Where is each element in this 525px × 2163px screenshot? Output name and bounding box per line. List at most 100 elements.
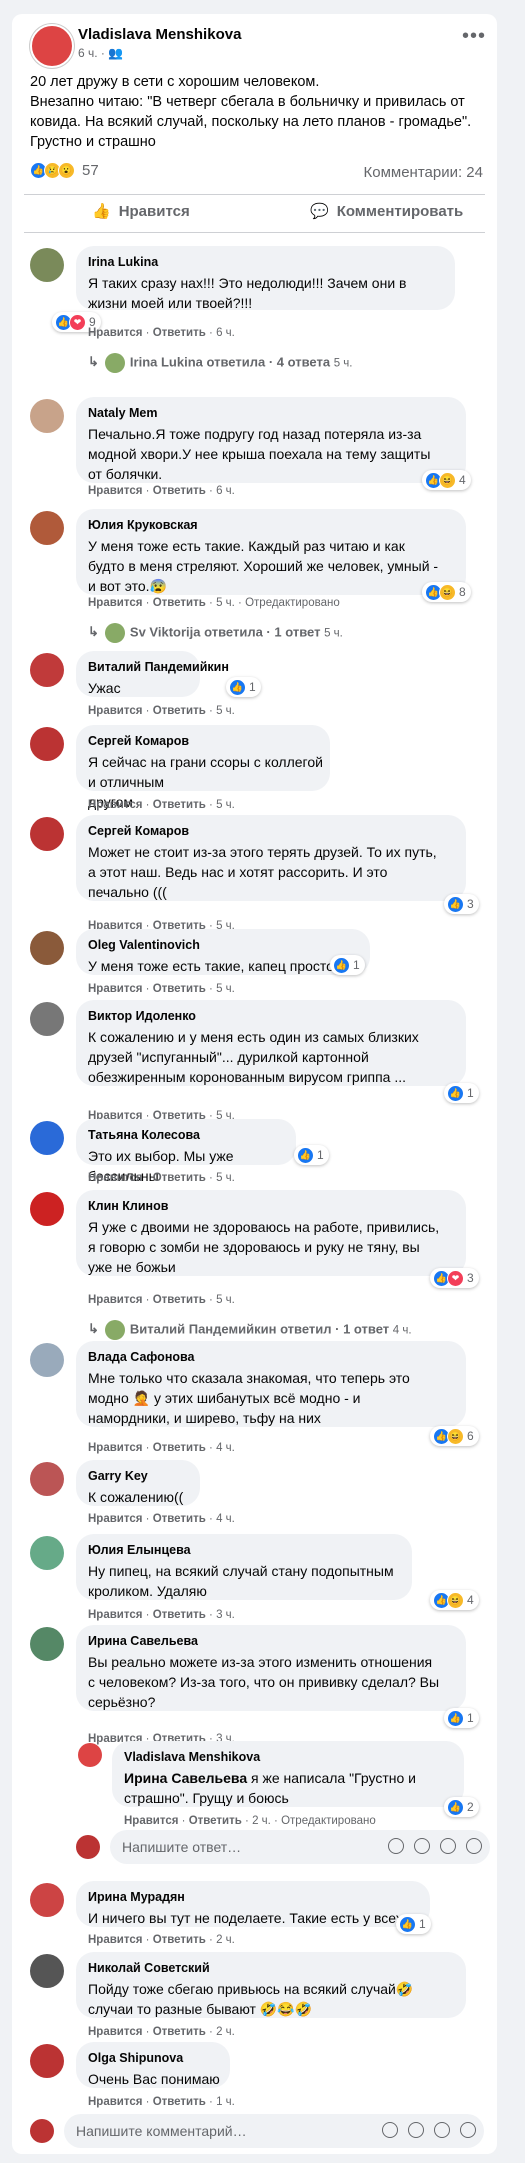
replier-name[interactable]: Виталий Пандемийкин <box>130 1321 277 1336</box>
comment-reply-button[interactable]: Ответить <box>189 1815 242 1827</box>
commenter-name[interactable]: Сергей Комаров <box>88 824 189 838</box>
replier-name[interactable]: Irina Lukina <box>130 354 203 369</box>
comment-reactions[interactable]: 👍 2 <box>444 1797 479 1817</box>
commenter-name[interactable]: Юлия Круковская <box>88 518 198 532</box>
comment-like-button[interactable]: Нравится <box>88 1172 142 1184</box>
comment-time[interactable]: 5 ч. <box>216 983 235 995</box>
commenter-name[interactable]: Юлия Елынцева <box>88 1543 191 1557</box>
commenter-name[interactable]: Nataly Mem <box>88 406 157 420</box>
view-replies-link[interactable]: ↳ Sv Viktorija ответила · 1 ответ 5 ч. <box>88 623 343 643</box>
more-dots-icon[interactable]: ••• <box>462 26 486 46</box>
commenter-avatar[interactable] <box>30 2044 64 2078</box>
comment-like-button[interactable]: Нравится <box>88 2026 142 2038</box>
comment-reactions[interactable]: 👍 1 <box>444 1708 479 1728</box>
comment-time[interactable]: 6 ч. <box>216 485 235 497</box>
commenter-avatar[interactable] <box>30 1883 64 1917</box>
commenter-name[interactable]: Irina Lukina <box>88 255 158 269</box>
replies-count[interactable]: ответила · 1 ответ <box>204 624 320 639</box>
comment-reactions[interactable]: 👍 😆 4 <box>430 1590 479 1610</box>
commenter-name[interactable]: Oleg Valentinovich <box>88 938 200 952</box>
comment-time[interactable]: 5 ч. <box>216 1294 235 1306</box>
commenter-avatar[interactable] <box>30 727 64 761</box>
post-comments-count[interactable]: Комментарии: 24 <box>364 164 484 181</box>
post-author-name[interactable]: Vladislava Menshikova <box>78 26 241 43</box>
commenter-name[interactable]: Клин Клинов <box>88 1199 168 1213</box>
comment-time[interactable]: 6 ч. <box>216 327 235 339</box>
comment-reactions[interactable]: 👍 1 <box>444 1083 479 1103</box>
comment-like-button[interactable]: Нравится <box>88 2096 142 2108</box>
comment-reply-button[interactable]: Ответить <box>153 1172 206 1184</box>
commenter-avatar[interactable] <box>30 1002 64 1036</box>
emoji-icon[interactable] <box>382 2122 398 2138</box>
comment-time[interactable]: 5 ч. <box>216 1172 235 1184</box>
comment-like-button[interactable]: Нравится <box>88 485 142 497</box>
commenter-avatar[interactable] <box>30 817 64 851</box>
comment-like-button[interactable]: Нравится <box>88 327 142 339</box>
commenter-name[interactable]: Garry Key <box>88 1469 148 1483</box>
comment-reply-button[interactable]: Ответить <box>153 597 206 609</box>
comment-reply-button[interactable]: Ответить <box>153 2026 206 2038</box>
comment-input[interactable]: Напишите комментарий… <box>64 2114 484 2148</box>
comment-like-button[interactable]: Нравится <box>88 1442 142 1454</box>
gif-icon[interactable] <box>434 2122 450 2138</box>
commenter-avatar[interactable] <box>30 1462 64 1496</box>
replies-count[interactable]: ответила · 4 ответа <box>207 354 331 369</box>
comment-reactions[interactable]: 👍 😆 6 <box>430 1426 479 1446</box>
comment-time[interactable]: 5 ч. <box>216 705 235 717</box>
commenter-avatar[interactable] <box>30 931 64 965</box>
comment-reply-button[interactable]: Ответить <box>153 327 206 339</box>
comment-reactions[interactable]: 👍 ❤ 3 <box>430 1268 479 1288</box>
comment-like-button[interactable]: Нравится <box>88 597 142 609</box>
comment-reply-button[interactable]: Ответить <box>153 1934 206 1946</box>
comment-reactions[interactable]: 👍 1 <box>330 955 365 975</box>
sticker-icon[interactable] <box>466 1838 482 1854</box>
commenter-name[interactable]: Татьяна Колесова <box>88 1128 200 1142</box>
comment-like-button[interactable]: Нравится <box>88 1609 142 1621</box>
comment-time[interactable]: 5 ч. <box>216 597 235 609</box>
comment-time[interactable]: 2 ч. <box>216 1934 235 1946</box>
comment-reply-button[interactable]: Ответить <box>153 799 206 811</box>
emoji-icon[interactable] <box>388 1838 404 1854</box>
comment-like-button[interactable]: Нравится <box>88 799 142 811</box>
comment-like-button[interactable]: Нравится <box>88 705 142 717</box>
post-reactions-summary[interactable]: 👍 😢 😮 57 <box>30 162 99 179</box>
commenter-name[interactable]: Olga Shipunova <box>88 2051 183 2065</box>
replier-name[interactable]: Sv Viktorija <box>130 624 201 639</box>
comment-like-button[interactable]: Нравится <box>88 1294 142 1306</box>
commenter-avatar[interactable] <box>30 1192 64 1226</box>
commenter-avatar[interactable] <box>30 511 64 545</box>
comment-time[interactable]: 5 ч. <box>216 799 235 811</box>
commenter-avatar[interactable] <box>30 1536 64 1570</box>
commenter-name[interactable]: Ирина Мурадян <box>88 1890 185 1904</box>
camera-icon[interactable] <box>414 1838 430 1854</box>
comment-reply-button[interactable]: Ответить <box>153 1513 206 1525</box>
comment-like-button[interactable]: Нравится <box>88 1513 142 1525</box>
comment-reply-button[interactable]: Ответить <box>153 983 206 995</box>
comment-like-button[interactable]: Нравится <box>88 1934 142 1946</box>
post-time-text[interactable]: 6 ч. <box>78 46 98 60</box>
comment-reply-button[interactable]: Ответить <box>153 1442 206 1454</box>
commenter-name[interactable]: Виталий Пандемийкин <box>88 660 229 674</box>
commenter-avatar[interactable] <box>30 248 64 282</box>
comment-reply-button[interactable]: Ответить <box>153 705 206 717</box>
camera-icon[interactable] <box>408 2122 424 2138</box>
comment-reactions[interactable]: 👍 3 <box>444 894 479 914</box>
post-author-avatar[interactable] <box>30 24 74 68</box>
comment-reactions[interactable]: 👍 😆 4 <box>422 470 471 490</box>
mention-link[interactable]: Ирина Савельева <box>124 1770 247 1786</box>
comment-time[interactable]: 4 ч. <box>216 1513 235 1525</box>
view-replies-link[interactable]: ↳ Виталий Пандемийкин ответил · 1 ответ 4… <box>88 1320 412 1340</box>
replies-count[interactable]: ответил · 1 ответ <box>280 1321 389 1336</box>
post-time[interactable]: 6 ч. · 👥 <box>78 46 123 60</box>
like-button[interactable]: 👍 Нравится <box>92 202 190 221</box>
comment-like-button[interactable]: Нравится <box>124 1815 178 1827</box>
comment-time[interactable]: 2 ч. <box>216 2026 235 2038</box>
comment-time[interactable]: 3 ч. <box>216 1609 235 1621</box>
commenter-name[interactable]: Влада Сафонова <box>88 1350 194 1364</box>
comment-time[interactable]: 1 ч. <box>216 2096 235 2108</box>
comment-reactions[interactable]: 👍 1 <box>396 1914 431 1934</box>
commenter-avatar[interactable] <box>30 653 64 687</box>
commenter-avatar[interactable] <box>30 1343 64 1377</box>
comment-reply-button[interactable]: Ответить <box>153 485 206 497</box>
commenter-name[interactable]: Виктор Идоленко <box>88 1009 196 1023</box>
